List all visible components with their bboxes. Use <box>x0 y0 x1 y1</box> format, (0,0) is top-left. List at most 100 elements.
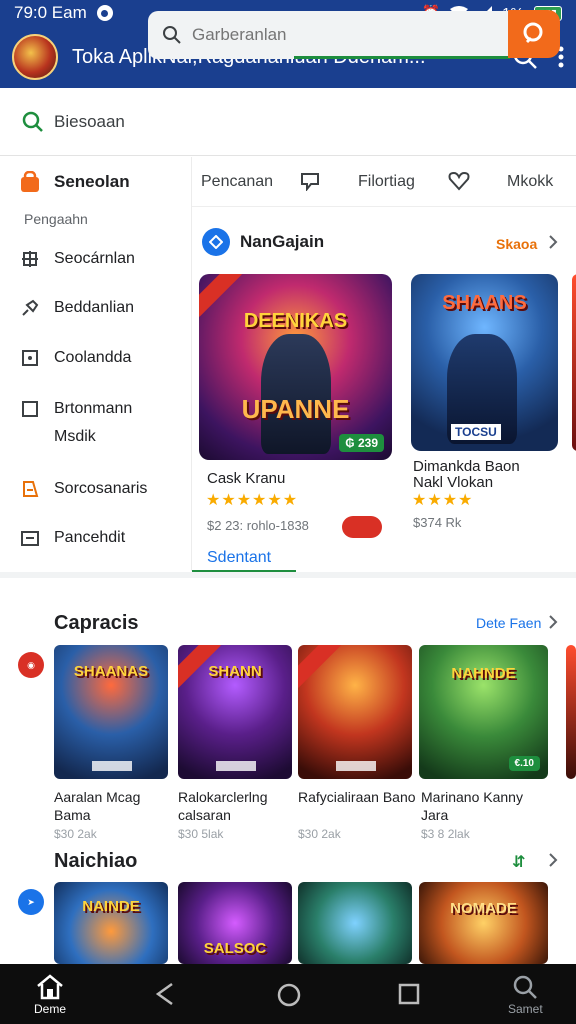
tile-art-title: NAHNDE <box>451 665 516 682</box>
puzzle-icon <box>20 245 40 273</box>
notification-dot-icon <box>96 5 113 21</box>
bottom-nav: Deme Samet <box>0 964 576 1024</box>
tile-art-title: NOMADE <box>450 900 517 917</box>
search-icon <box>22 111 43 132</box>
section-0-badge-icon: ◉ <box>18 652 44 678</box>
nav-home-label: Deme <box>34 1002 67 1016</box>
featured-card-2-art[interactable] <box>572 274 576 451</box>
section-1-tile-3[interactable]: NOMADE <box>419 882 548 964</box>
price-badge: €.10 <box>508 756 540 771</box>
section-1-title: Naichiao <box>54 850 138 872</box>
sidebar-item-2[interactable]: Coolandda <box>20 344 131 372</box>
sidebar-header[interactable]: Seneolan <box>20 171 130 193</box>
home-icon <box>37 974 63 1000</box>
section-0-tile-2[interactable] <box>298 645 412 779</box>
featured-card-1-art[interactable]: SHAANS TOCSU <box>411 274 558 451</box>
section-0-more-link[interactable]: Dete Faen <box>476 615 541 631</box>
search-input[interactable] <box>192 25 492 45</box>
section-0-item-0-meta: $30 2ak <box>54 827 97 841</box>
sidebar-header-label: Seneolan <box>54 172 130 191</box>
rating-stars-0: ★★★★★★ <box>206 492 299 509</box>
tile-art-title: NAINDE <box>82 898 140 915</box>
featured-footer-link[interactable]: Sdentant <box>207 549 271 567</box>
featured-more-link[interactable]: Skaoa <box>496 236 537 252</box>
sale-badge <box>342 516 382 538</box>
featured-card-0-art[interactable]: DEENIKAS UPANNE ₲ 239 <box>199 274 392 460</box>
nav-home[interactable]: Deme <box>34 974 66 1016</box>
tile-strip <box>216 761 256 771</box>
sidebar-item-label: Pancehdit <box>54 529 126 546</box>
price-badge: ₲ 239 <box>339 434 384 452</box>
section-0-item-0-name[interactable]: Aaralan Mcag Bama <box>54 788 180 824</box>
featured-card-1-meta: $374 Rk <box>413 515 462 530</box>
tab-1[interactable]: Filortiag <box>358 173 415 191</box>
sidebar-item-label: Seocárnlan <box>54 250 135 267</box>
section-1-tile-1[interactable]: SALSOC <box>178 882 292 964</box>
chevron-right-icon[interactable] <box>548 234 558 250</box>
app-logo[interactable] <box>12 34 58 80</box>
tab-2[interactable]: Mkokk <box>507 173 553 191</box>
search-button[interactable] <box>508 10 560 58</box>
store-icon <box>21 171 39 192</box>
sidebar: Seneolan Pengaahn Seocárnlan Beddanlian … <box>0 157 192 571</box>
section-0-tile-4[interactable] <box>566 645 576 779</box>
search-icon <box>523 22 543 44</box>
section-0-item-2-name[interactable]: Rafycialiraan Bano <box>298 788 424 806</box>
featured-card-1-name[interactable]: Dimankda Baon Nakl Vlokan <box>413 459 553 491</box>
section-divider <box>0 572 576 578</box>
search-box[interactable] <box>148 11 510 59</box>
square-icon <box>20 395 40 423</box>
back-icon[interactable] <box>154 982 176 1006</box>
home-circle-icon[interactable] <box>276 982 302 1008</box>
card-art-title: SHAANS <box>442 292 527 314</box>
featured-card-0-meta: $2 23: rohlo-1838 <box>207 518 309 533</box>
nav-search[interactable]: Samet <box>508 974 543 1016</box>
card-art-subtitle: TOCSU <box>451 424 501 440</box>
section-0-item-1-meta: $30 5lak <box>178 827 224 841</box>
document-icon <box>20 475 40 503</box>
sidebar-item-label: Brtonmann Msdik <box>54 400 133 445</box>
section-1-tile-2[interactable] <box>298 882 412 964</box>
sidebar-item-5[interactable]: Pancehdit <box>20 524 125 552</box>
section-1-tile-0[interactable]: NAINDE <box>54 882 168 964</box>
sidebar-item-label: Coolandda <box>54 349 132 366</box>
square-dot-icon <box>20 344 40 372</box>
ribbon-badge <box>298 645 341 688</box>
search-label[interactable]: Biesoaan <box>54 112 125 132</box>
chevron-right-icon[interactable] <box>548 614 558 630</box>
sidebar-item-1[interactable]: Beddanlian <box>20 294 134 322</box>
section-0-tile-3[interactable]: NAHNDE €.10 <box>419 645 548 779</box>
featured-title: NanGajain <box>240 232 325 251</box>
card-art-title: DEENIKAS <box>243 310 348 332</box>
tile-art-title: SHAANAS <box>73 663 149 680</box>
chat-icon[interactable] <box>300 171 320 191</box>
section-1-sort-icon[interactable]: ⇵ <box>512 852 525 872</box>
sidebar-item-4[interactable]: Sorcosanaris <box>20 475 147 503</box>
nav-search-label: Samet <box>508 1002 543 1016</box>
search-focus-underline <box>294 56 510 59</box>
sidebar-item-0[interactable]: Seocárnlan <box>20 245 135 273</box>
app-screen: 79:0 Eam ⏰ 1% ▮▮▮ Toka AplikNai,Ragdarla… <box>0 0 576 1024</box>
section-0-item-1-name[interactable]: Ralokarclerlng calsaran <box>178 788 304 824</box>
filter-tabs: Pencanan Filortiag Mkokk <box>192 157 576 207</box>
section-0-tile-1[interactable]: SHANN <box>178 645 292 779</box>
section-0-item-3-name[interactable]: Marinano Kanny Jara <box>421 788 547 824</box>
sidebar-item-3[interactable]: Brtonmann Msdik <box>20 395 170 451</box>
rating-stars-1: ★★★★ <box>412 492 474 509</box>
section-0-item-3-meta: $3 8 2lak <box>421 827 470 841</box>
status-time: 79:0 Eam <box>14 3 87 22</box>
tile-art-title: SALSOC <box>203 940 267 957</box>
heart-icon[interactable] <box>448 171 470 191</box>
section-0-tile-0[interactable]: SHAANAS <box>54 645 168 779</box>
recents-icon[interactable] <box>398 983 420 1005</box>
sidebar-subheader: Pengaahn <box>24 211 88 227</box>
search-icon <box>163 26 181 44</box>
section-1-badge-icon: ➤ <box>18 889 44 915</box>
tab-0[interactable]: Pencanan <box>201 173 273 191</box>
search-icon <box>514 975 538 999</box>
tile-art-title: SHANN <box>208 663 262 680</box>
featured-card-0-name[interactable]: Cask Kranu <box>207 471 285 487</box>
chevron-right-icon[interactable] <box>548 852 558 868</box>
featured-header: NanGajain <box>202 228 324 256</box>
sidebar-item-label: Sorcosanaris <box>54 480 148 497</box>
